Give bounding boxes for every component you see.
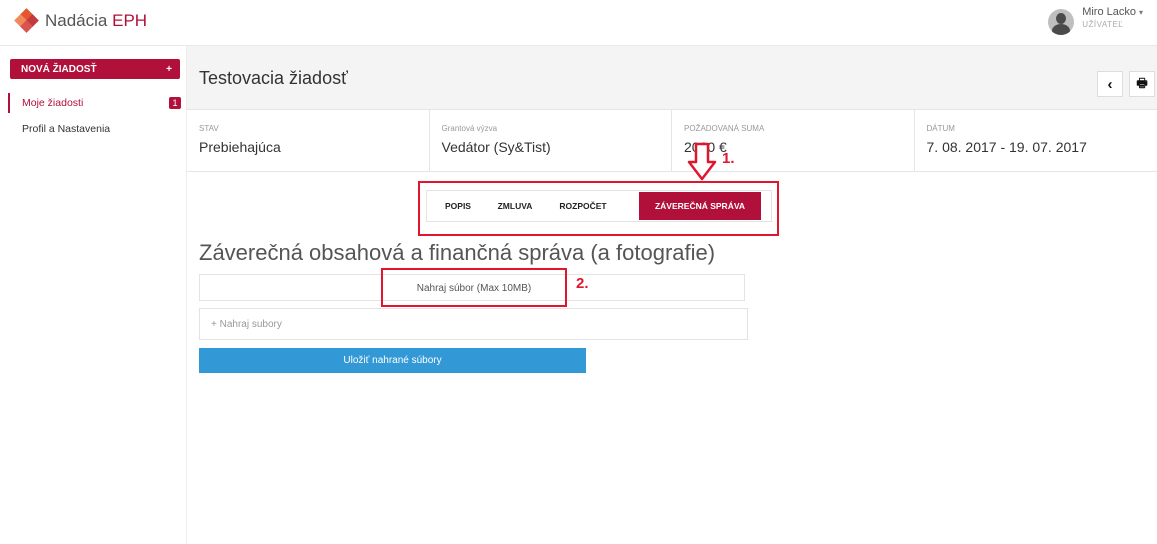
- info-label: STAV: [199, 124, 219, 133]
- info-value: Vedátor (Sy&Tist): [441, 139, 551, 155]
- sidebar-item-label: Moje žiadosti: [22, 97, 84, 109]
- sidebar-item-my-applications[interactable]: Moje žiadosti 1: [8, 93, 181, 113]
- info-value: Prebiehajúca: [199, 139, 281, 155]
- avatar: [1048, 9, 1075, 35]
- annotation-box-upload: [381, 268, 567, 307]
- brand-name-prefix: Nadácia: [45, 11, 113, 30]
- new-application-button[interactable]: NOVÁ ŽIADOSŤ +: [10, 59, 180, 79]
- info-date: DÁTUM 7. 08. 2017 - 19. 07. 2017: [915, 110, 1157, 172]
- user-name-text: Miro Lacko: [1082, 6, 1136, 18]
- chevron-left-icon: ‹: [1107, 75, 1113, 93]
- user-role: UŽÍVATEĽ: [1082, 20, 1124, 29]
- back-button[interactable]: ‹: [1097, 71, 1123, 97]
- printer-icon: 🖶: [1136, 75, 1148, 90]
- top-bar: Nadácia EPH Miro Lacko ▾ UŽÍVATEĽ: [0, 0, 1157, 46]
- info-value: 2000 €: [684, 139, 727, 155]
- count-badge: 1: [169, 97, 181, 109]
- info-status: STAV Prebiehajúca: [187, 110, 430, 172]
- sidebar: NOVÁ ŽIADOSŤ + Moje žiadosti 1 Profil a …: [0, 46, 187, 544]
- dropzone-label: + Nahraj subory: [211, 318, 282, 330]
- user-info: Miro Lacko ▾ UŽÍVATEĽ: [1082, 6, 1143, 31]
- user-name: Miro Lacko ▾: [1082, 6, 1143, 19]
- application-info: STAV Prebiehajúca Grantová výzva Vedátor…: [187, 110, 1157, 172]
- info-grant-call: Grantová výzva Vedátor (Sy&Tist): [430, 110, 672, 172]
- save-button-label: Uložiť nahrané súbory: [343, 355, 442, 366]
- user-menu[interactable]: Miro Lacko ▾ UŽÍVATEĽ: [1048, 6, 1143, 35]
- info-value: 7. 08. 2017 - 19. 07. 2017: [926, 139, 1087, 155]
- print-button[interactable]: 🖶: [1129, 71, 1155, 97]
- annotation-step-2: 2.: [576, 275, 589, 292]
- save-uploaded-files-button[interactable]: Uložiť nahrané súbory: [199, 348, 586, 373]
- annotation-step-1: 1.: [722, 150, 735, 167]
- info-label: DÁTUM: [926, 124, 955, 133]
- annotation-box-tabs: [418, 181, 779, 236]
- brand-logo[interactable]: Nadácia EPH: [14, 8, 147, 33]
- info-label: Grantová výzva: [441, 124, 498, 133]
- brand-name: Nadácia EPH: [45, 11, 147, 31]
- info-label: POŽADOVANÁ SUMA: [684, 124, 765, 133]
- brand-name-accent: EPH: [112, 11, 148, 30]
- page-title: Testovacia žiadosť: [199, 68, 348, 88]
- upload-dropzone[interactable]: + Nahraj subory: [199, 308, 748, 340]
- sidebar-item-label: Profil a Nastavenia: [22, 123, 111, 135]
- section-title: Záverečná obsahová a finančná správa (a …: [199, 240, 716, 265]
- annotation-arrow-icon: [687, 142, 717, 181]
- sidebar-item-profile-settings[interactable]: Profil a Nastavenia: [8, 119, 181, 139]
- logo-icon: [14, 8, 39, 33]
- page-header: Testovacia žiadosť ‹ 🖶: [187, 46, 1157, 110]
- chevron-down-icon: ▾: [1138, 8, 1143, 17]
- plus-icon: +: [166, 63, 172, 75]
- new-application-label: NOVÁ ŽIADOSŤ: [21, 63, 97, 75]
